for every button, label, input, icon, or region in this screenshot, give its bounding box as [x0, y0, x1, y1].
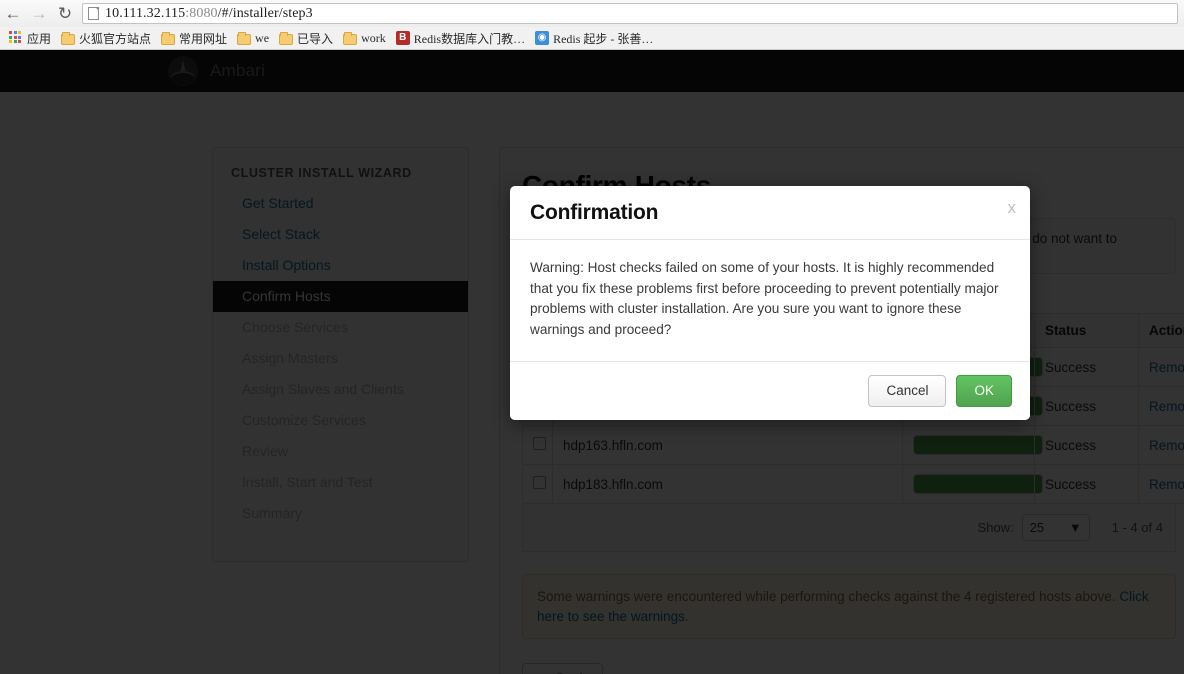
bookmark-folder-work[interactable]: work [338, 28, 391, 48]
folder-icon [61, 31, 76, 45]
bookmark-label: 火狐官方站点 [79, 31, 152, 46]
dialog-footer: Cancel OK [510, 360, 1030, 420]
folder-icon [237, 31, 252, 45]
bookmark-folder-imported[interactable]: 已导入 [274, 28, 338, 48]
bookmark-label: Redis 起步 - 张善… [553, 31, 654, 46]
forward-arrow-icon[interactable]: → [26, 1, 52, 27]
confirmation-dialog: Confirmation x Warning: Host checks fail… [510, 186, 1030, 420]
address-bar-text: 10.111.32.115:8080/#/installer/step3 [105, 5, 313, 21]
bookmark-folder-we[interactable]: we [232, 28, 274, 48]
bookmark-label: Redis数据库入门教… [413, 31, 526, 46]
redis-book-icon: B [395, 31, 410, 45]
address-bar[interactable]: 10.111.32.115:8080/#/installer/step3 [82, 3, 1178, 24]
bookmark-label: 应用 [27, 31, 52, 46]
browser-toolbar: ← → ↻ 10.111.32.115:8080/#/installer/ste… [0, 0, 1184, 27]
bookmark-folder-huhu[interactable]: 火狐官方站点 [56, 28, 156, 48]
bookmark-label: we [255, 30, 270, 45]
bookmark-redis-getting-started[interactable]: ◉ Redis 起步 - 张善… [530, 28, 658, 48]
cancel-button[interactable]: Cancel [868, 374, 947, 407]
bookmark-label: 已导入 [297, 31, 334, 46]
ok-button[interactable]: OK [956, 374, 1012, 407]
globe-icon: ◉ [535, 31, 550, 45]
page-document-icon [88, 7, 99, 20]
browser-chrome: ← → ↻ 10.111.32.115:8080/#/installer/ste… [0, 0, 1184, 50]
bookmark-label: 常用网址 [179, 31, 228, 46]
back-arrow-icon[interactable]: ← [0, 1, 26, 27]
bookmark-apps[interactable]: 应用 [4, 28, 56, 48]
folder-icon [161, 31, 176, 45]
close-icon[interactable]: x [1008, 199, 1017, 216]
dialog-title: Confirmation [530, 201, 659, 224]
reload-icon[interactable]: ↻ [52, 1, 78, 27]
dialog-header: Confirmation x [510, 186, 1030, 240]
apps-grid-icon [9, 31, 23, 45]
bookmark-folder-common[interactable]: 常用网址 [156, 28, 232, 48]
folder-icon [279, 31, 294, 45]
bookmarks-bar: 应用 火狐官方站点 常用网址 we 已导入 work B Redis数据库入门教… [0, 27, 1184, 49]
bookmark-redis-tutorial[interactable]: B Redis数据库入门教… [391, 28, 530, 48]
folder-icon [343, 31, 358, 45]
dialog-body: Warning: Host checks failed on some of y… [530, 260, 999, 337]
bookmark-label: work [361, 30, 386, 45]
